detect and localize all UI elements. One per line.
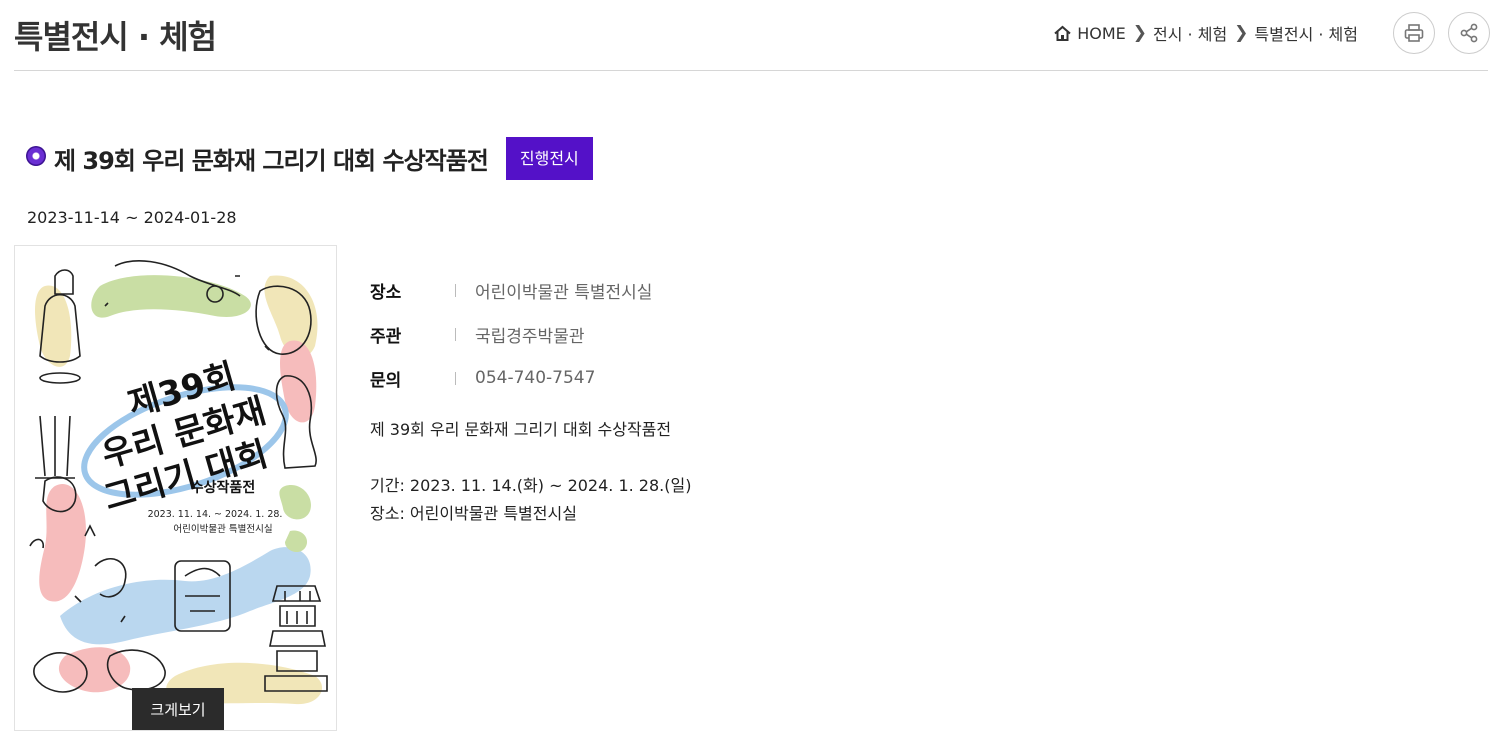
poster-illustration: 제39회 우리 문화재 그리기 대회 수상작품전 2023. 11. 14. ~… (29, 260, 328, 705)
chevron-right-icon: ❯ (1234, 23, 1249, 43)
exhibit-description: 제 39회 우리 문화재 그리기 대회 수상작품전 기간: 2023. 11. … (370, 416, 691, 528)
home-icon (1054, 25, 1071, 41)
info-row-contact: 문의 054-740-7547 (370, 356, 652, 400)
top-nav: HOME ❯ 전시 · 체험 ❯ 특별전시 · 체험 (1053, 12, 1490, 54)
info-row-organizer: 주관 국립경주박물관 (370, 312, 652, 356)
exhibit-heading: 제 39회 우리 문화재 그리기 대회 수상작품전 진행전시 (26, 137, 593, 180)
exhibit-title: 제 39회 우리 문화재 그리기 대회 수상작품전 (54, 147, 489, 175)
status-badge: 진행전시 (505, 137, 593, 180)
ring-bullet-icon (26, 145, 46, 166)
poster-venue: 어린이박물관 특별전시실 (173, 524, 272, 535)
share-button[interactable] (1448, 12, 1490, 54)
page-title: 특별전시 · 체험 (14, 18, 217, 56)
print-button[interactable] (1393, 12, 1435, 54)
poster-image[interactable]: 제39회 우리 문화재 그리기 대회 수상작품전 2023. 11. 14. ~… (14, 245, 337, 731)
info-divider (455, 283, 456, 297)
zoom-view-button[interactable]: 크게보기 (132, 688, 224, 730)
breadcrumb-special-exhibition[interactable]: 특별전시 · 체험 (1254, 21, 1358, 45)
exhibit-date-range: 2023-11-14 ~ 2024-01-28 (27, 208, 237, 227)
breadcrumb-home-label: HOME (1077, 23, 1126, 43)
info-value: 국립경주박물관 (475, 326, 585, 347)
description-line: 기간: 2023. 11. 14.(화) ~ 2024. 1. 28.(일) (370, 476, 692, 495)
info-value: 어린이박물관 특별전시실 (475, 282, 653, 303)
info-row-venue: 장소 어린이박물관 특별전시실 (370, 268, 652, 312)
info-label: 문의 (370, 370, 402, 391)
info-divider (455, 327, 456, 341)
info-label: 주관 (370, 326, 402, 347)
printer-icon (1404, 24, 1424, 42)
breadcrumb: HOME ❯ 전시 · 체험 ❯ 특별전시 · 체험 (1053, 21, 1358, 45)
description-line: 장소: 어린이박물관 특별전시실 (370, 504, 577, 523)
chevron-right-icon: ❯ (1132, 23, 1148, 43)
share-icon (1460, 23, 1478, 43)
info-value: 054-740-7547 (475, 368, 596, 388)
poster-subtitle: 수상작품전 (191, 479, 255, 496)
exhibit-info-list: 장소 어린이박물관 특별전시실 주관 국립경주박물관 문의 054-740-75… (370, 268, 652, 400)
info-label: 장소 (370, 282, 402, 303)
breadcrumb-home[interactable]: HOME (1053, 24, 1126, 43)
info-divider (455, 371, 456, 385)
breadcrumb-exhibition[interactable]: 전시 · 체험 (1153, 21, 1227, 45)
poster-dates: 2023. 11. 14. ~ 2024. 1. 28. (148, 509, 283, 520)
description-line: 제 39회 우리 문화재 그리기 대회 수상작품전 (370, 420, 672, 439)
header-divider (14, 70, 1488, 71)
